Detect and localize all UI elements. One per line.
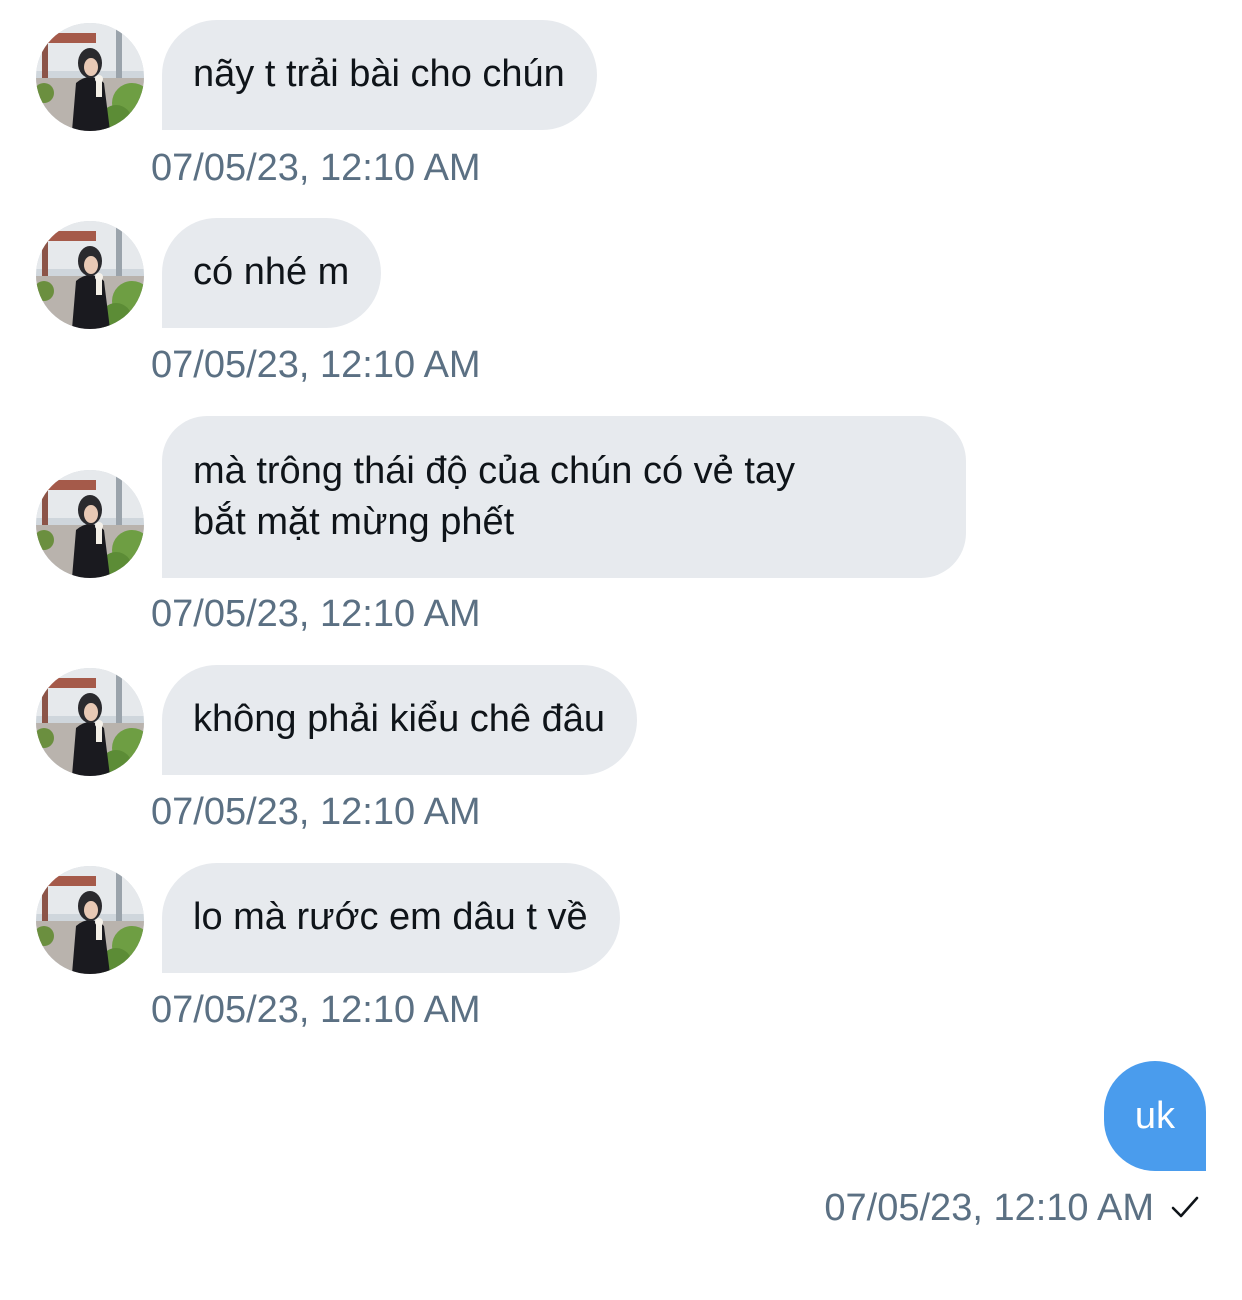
message-text: không phải kiểu chê đâu (193, 698, 605, 740)
contact-avatar[interactable] (36, 23, 144, 131)
message-text: có nhé m (193, 251, 350, 293)
outgoing-message-bubble[interactable]: uk (1103, 1061, 1206, 1171)
message-timestamp: 07/05/23, 12:10 AM (151, 593, 481, 635)
contact-avatar[interactable] (36, 470, 144, 578)
message-timestamp: 07/05/23, 12:10 AM (824, 1187, 1154, 1229)
message-bubble[interactable]: nãy t trải bài cho chún (162, 20, 597, 130)
message-text: uk (1134, 1095, 1175, 1137)
message-timestamp: 07/05/23, 12:10 AM (151, 989, 481, 1031)
contact-avatar[interactable] (36, 221, 144, 329)
message-timestamp: 07/05/23, 12:10 AM (151, 791, 481, 833)
message-timestamp: 07/05/23, 12:10 AM (151, 344, 481, 386)
message-bubble[interactable]: lo mà rước em dâu t về (162, 863, 620, 973)
contact-avatar[interactable] (36, 866, 144, 974)
message-timestamp: 07/05/23, 12:10 AM (151, 147, 481, 189)
message-text-line: mà trông thái độ của chún có vẻ tay (193, 450, 796, 492)
message-bubble[interactable]: mà trông thái độ của chún có vẻ tay bắt … (162, 416, 966, 578)
checkmark-icon (1170, 1186, 1200, 1230)
message-bubble[interactable]: không phải kiểu chê đâu (162, 665, 637, 775)
message-bubble[interactable]: có nhé m (162, 218, 382, 328)
message-text: lo mà rước em dâu t về (193, 896, 588, 938)
message-text: nãy t trải bài cho chún (193, 53, 565, 95)
message-text-line: bắt mặt mừng phết (193, 501, 515, 543)
outgoing-message-meta: 07/05/23, 12:10 AM (824, 1186, 1200, 1230)
contact-avatar[interactable] (36, 668, 144, 776)
